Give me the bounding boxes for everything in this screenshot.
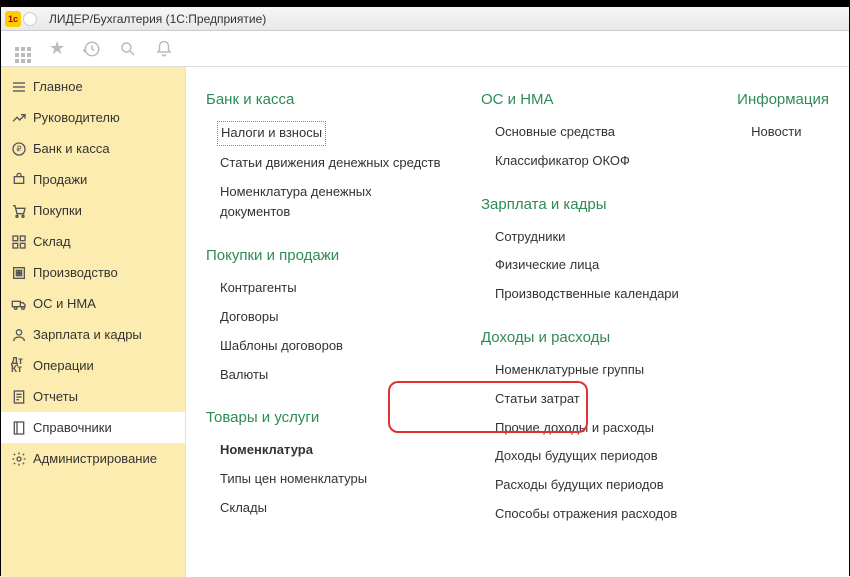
sidebar-item-label: Главное [33,79,83,94]
sidebar-item-label: Покупки [33,203,82,218]
link-item[interactable]: Типы цен номенклатуры [206,465,441,494]
basket-icon [11,203,33,219]
book-icon [11,420,33,436]
person-icon [11,327,33,343]
factory-icon [11,265,33,281]
dtkt-icon: ДтКт [11,358,33,374]
search-icon[interactable] [119,40,137,58]
link-item[interactable]: Валюты [206,361,441,390]
content: Банк и касса Налоги и взносы Статьи движен… [185,67,849,577]
link-item[interactable]: Шаблоны договоров [206,332,441,361]
section-head[interactable]: ОС и НМА [481,91,697,108]
link-item[interactable]: Номенклатурные группы [481,356,697,385]
link-item[interactable]: Статьи затрат [481,385,697,414]
sidebar-item-8[interactable]: Зарплата и кадры [1,319,185,350]
link-item[interactable]: Прочие доходы и расходы [481,414,697,443]
content-col-3: Информация Новости [717,91,849,577]
favorite-icon[interactable]: ★ [49,38,65,59]
report-icon [11,389,33,405]
gear-icon [11,451,33,467]
sidebar: Главное Руководителю ₽ Банк и касса Продажи П… [1,67,185,577]
section-head[interactable]: Доходы и расходы [481,329,697,346]
bell-icon[interactable] [155,40,173,58]
link-item[interactable]: Статьи движения денежных средств [206,149,441,178]
toolbar: ★ [1,31,849,67]
link-item[interactable]: Доходы будущих периодов [481,442,697,471]
sidebar-item-label: Продажи [33,172,87,187]
titlebar: 1c ЛИДЕР/Бухгалтерия (1С:Предприятие) [1,7,849,31]
sidebar-item-3[interactable]: Продажи [1,164,185,195]
sidebar-item-label: Отчеты [33,389,78,404]
sidebar-item-10[interactable]: Отчеты [1,381,185,412]
section-head[interactable]: Товары и услуги [206,409,441,426]
link-item[interactable]: Классификатор ОКОФ [481,147,697,176]
link-item[interactable]: Расходы будущих периодов [481,471,697,500]
sidebar-item-label: Банк и касса [33,141,110,156]
chart-icon [11,110,33,126]
sidebar-item-9[interactable]: ДтКтОперации [1,350,185,381]
apps-icon[interactable] [15,35,31,63]
sidebar-item-4[interactable]: Покупки [1,195,185,226]
section-head[interactable]: Информация [737,91,829,108]
link-item[interactable]: Налоги и взносы [217,121,326,146]
link-item[interactable]: Договоры [206,303,441,332]
link-item[interactable]: Физические лица [481,251,697,280]
link-item[interactable]: Склады [206,494,441,523]
section-head[interactable]: Банк и касса [206,91,441,108]
link-item[interactable]: Номенклатура [206,436,441,465]
sidebar-item-label: ОС и НМА [33,296,96,311]
sidebar-item-2[interactable]: ₽ Банк и касса [1,133,185,164]
ruble-icon: ₽ [11,141,33,157]
link-item[interactable]: Новости [737,118,829,147]
sidebar-item-label: Производство [33,265,118,280]
boxes-icon [11,234,33,250]
link-item[interactable]: Контрагенты [206,274,441,303]
app-icon: 1c [5,11,21,27]
content-col-1: Банк и касса Налоги и взносы Статьи движен… [186,91,461,577]
history-icon[interactable] [83,40,101,58]
truck-icon [11,296,33,312]
sidebar-item-11[interactable]: Справочники [1,412,185,443]
content-col-2: ОС и НМА Основные средстваКлассификатор О… [461,91,717,577]
link-item[interactable]: Номенклатура денежных документов [206,178,441,228]
sidebar-item-label: Операции [33,358,94,373]
cart-icon [11,172,33,188]
window-title: ЛИДЕР/Бухгалтерия (1С:Предприятие) [49,12,266,26]
sidebar-item-label: Администрирование [33,451,157,466]
sidebar-item-1[interactable]: Руководителю [1,102,185,133]
sidebar-item-5[interactable]: Склад [1,226,185,257]
sidebar-item-7[interactable]: ОС и НМА [1,288,185,319]
menu-icon [11,79,33,95]
section-head[interactable]: Покупки и продажи [206,247,441,264]
main: Главное Руководителю ₽ Банк и касса Продажи П… [1,67,849,577]
dropdown-icon[interactable] [23,12,37,26]
link-item[interactable]: Сотрудники [481,223,697,252]
sidebar-item-0[interactable]: Главное [1,71,185,102]
sidebar-item-label: Справочники [33,420,112,435]
sidebar-item-label: Склад [33,234,71,249]
link-item[interactable]: Производственные календари [481,280,697,309]
sidebar-item-6[interactable]: Производство [1,257,185,288]
link-item[interactable]: Способы отражения расходов [481,500,697,529]
sidebar-item-12[interactable]: Администрирование [1,443,185,474]
sidebar-item-label: Руководителю [33,110,120,125]
section-head[interactable]: Зарплата и кадры [481,196,697,213]
sidebar-item-label: Зарплата и кадры [33,327,142,342]
svg-text:₽: ₽ [16,144,21,153]
link-item[interactable]: Основные средства [481,118,697,147]
